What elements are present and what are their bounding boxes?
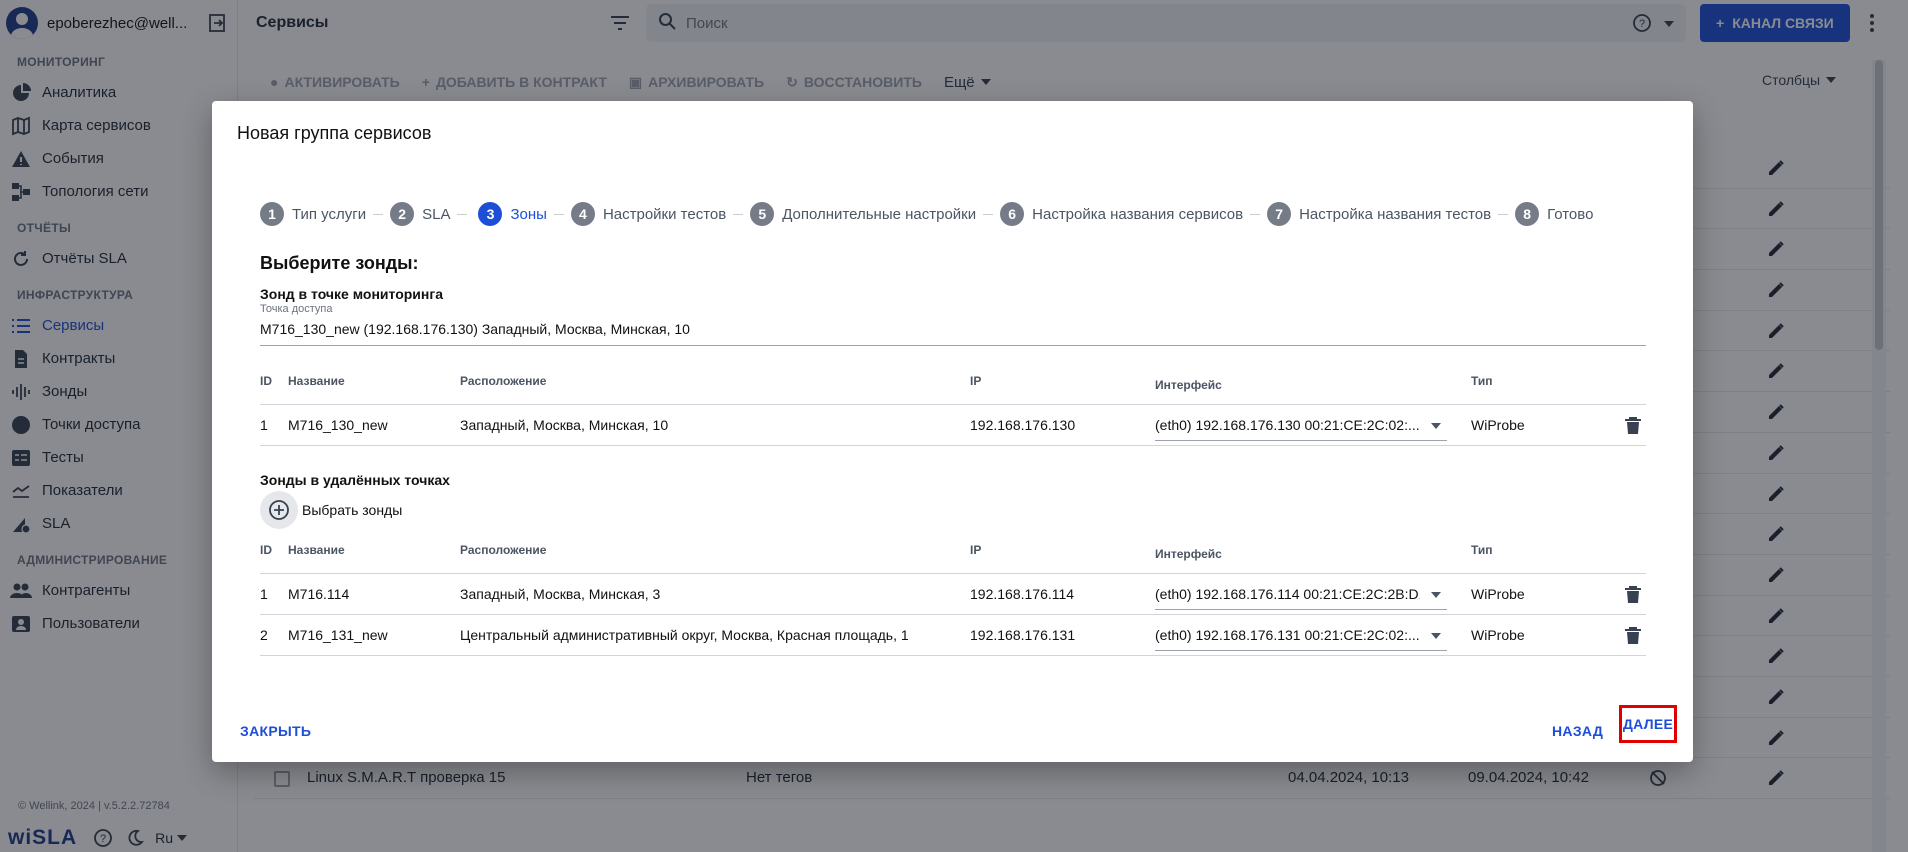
col-interface: Интерфейс <box>1155 378 1222 392</box>
probe-ip: 192.168.176.130 <box>970 417 1076 433</box>
wizard-step[interactable]: 1 Тип услуги <box>260 202 366 226</box>
col-location: Расположение <box>460 543 547 557</box>
wizard-step[interactable]: 2 SLA <box>390 202 450 226</box>
probe-location: Западный, Москва, Минская, 3 <box>460 586 661 602</box>
delete-icon[interactable] <box>1623 415 1643 435</box>
dialog-title: Новая группа сервисов <box>237 123 432 143</box>
interface-select[interactable]: (eth0) 192.168.176.131 00:21:CE:2C:02:..… <box>1155 619 1447 651</box>
col-id: ID <box>260 374 272 388</box>
choose-probes-label: Выбрать зонды <box>302 502 403 518</box>
col-type: Тип <box>1471 543 1493 557</box>
new-service-group-dialog: Новая группа сервисов 1 Тип услуги 2 SLA… <box>212 101 1693 762</box>
wizard-step[interactable]: 8 Готово <box>1515 202 1593 226</box>
probe-id: 1 <box>260 586 268 602</box>
col-ip: IP <box>970 374 982 388</box>
interface-value: (eth0) 192.168.176.130 00:21:CE:2C:02:..… <box>1155 417 1420 433</box>
probe-ip: 192.168.176.131 <box>970 627 1076 643</box>
delete-icon[interactable] <box>1623 584 1643 604</box>
step-label: Настройка названия сервисов <box>1032 205 1244 223</box>
probe-type: WiProbe <box>1471 627 1525 643</box>
delete-icon[interactable] <box>1623 625 1643 645</box>
step-connector <box>1498 213 1509 215</box>
step-label: Тип услуги <box>292 205 367 223</box>
chevron-down-icon <box>1431 633 1441 639</box>
step-label: Настройка названия тестов <box>1299 205 1492 223</box>
interface-select[interactable]: (eth0) 192.168.176.114 00:21:CE:2C:2B:D1 <box>1155 578 1447 610</box>
wizard-step[interactable]: 7 Настройка названия тестов <box>1267 202 1491 226</box>
monitoring-probes-table: ID Название Расположение IP Интерфейс Ти… <box>260 363 1646 446</box>
step-number: 2 <box>390 202 415 226</box>
probe-type: WiProbe <box>1471 586 1525 602</box>
probe-ip: 192.168.176.114 <box>970 586 1075 602</box>
step-number: 8 <box>1515 202 1540 226</box>
step-number: 5 <box>750 202 775 226</box>
step-connector <box>983 213 994 215</box>
wizard-step[interactable]: 4 Настройки тестов <box>570 202 727 226</box>
step-number: 3 <box>478 202 503 226</box>
col-id: ID <box>260 543 272 557</box>
step-connector <box>373 213 384 215</box>
next-button[interactable]: ДАЛЕЕ <box>1619 705 1677 743</box>
step-number: 6 <box>1000 202 1025 226</box>
monitoring-probe-label: Зонд в точке мониторинга <box>260 286 443 302</box>
probe-id: 1 <box>260 417 268 433</box>
interface-select[interactable]: (eth0) 192.168.176.130 00:21:CE:2C:02:..… <box>1155 409 1447 441</box>
probe-name: M716_130_new <box>288 417 388 433</box>
wizard-stepper: 1 Тип услуги 2 SLA 3 Зоны 4 Настройки те… <box>260 202 1593 226</box>
probe-location: Центральный административный округ, Моск… <box>460 627 909 643</box>
probe-row: 2 M716_131_new Центральный административ… <box>260 615 1646 656</box>
access-point-field[interactable]: M716_130_new (192.168.176.130) Западный,… <box>260 321 1646 346</box>
step-label: Зоны <box>510 205 547 223</box>
col-ip: IP <box>970 543 982 557</box>
back-button[interactable]: НАЗАД <box>1552 723 1603 739</box>
chevron-down-icon <box>1431 423 1441 429</box>
probe-name: M716_131_new <box>288 627 388 643</box>
step-label: Готово <box>1547 205 1594 223</box>
remote-probes-table: ID Название Расположение IP Интерфейс Ти… <box>260 532 1646 656</box>
probe-type: WiProbe <box>1471 417 1525 433</box>
step-number: 4 <box>570 202 595 226</box>
step-label: SLA <box>422 205 451 223</box>
chevron-down-icon <box>1431 592 1441 598</box>
step-number: 7 <box>1267 202 1292 226</box>
step-label: Настройки тестов <box>602 205 727 223</box>
step-connector <box>1250 213 1261 215</box>
wizard-step[interactable]: 6 Настройка названия сервисов <box>1000 202 1243 226</box>
close-button[interactable]: ЗАКРЫТЬ <box>240 723 311 739</box>
probe-row: 1 M716_130_new Западный, Москва, Минская… <box>260 405 1646 446</box>
add-circle-icon <box>260 491 298 529</box>
col-location: Расположение <box>460 374 547 388</box>
probe-location: Западный, Москва, Минская, 10 <box>460 417 669 433</box>
probe-name: M716.114 <box>288 586 350 602</box>
access-point-label: Точка доступа <box>260 303 333 315</box>
choose-probes-button[interactable]: Выбрать зонды <box>260 491 402 529</box>
step-label: Дополнительные настройки <box>782 205 977 223</box>
interface-value: (eth0) 192.168.176.114 00:21:CE:2C:2B:D1 <box>1155 586 1420 602</box>
interface-value: (eth0) 192.168.176.131 00:21:CE:2C:02:..… <box>1155 627 1420 643</box>
col-name: Название <box>288 543 345 557</box>
step-connector <box>733 213 744 215</box>
choose-probes-heading: Выберите зонды: <box>260 253 419 273</box>
table-header: ID Название Расположение IP Интерфейс Ти… <box>260 363 1646 405</box>
col-interface: Интерфейс <box>1155 547 1222 561</box>
remote-probes-label: Зонды в удалённых точках <box>260 472 450 488</box>
next-label: ДАЛЕЕ <box>1622 716 1674 732</box>
wizard-step[interactable]: 5 Дополнительные настройки <box>750 202 976 226</box>
step-connector <box>553 213 564 215</box>
probe-row: 1 M716.114 Западный, Москва, Минская, 3 … <box>260 574 1646 615</box>
col-name: Название <box>288 374 345 388</box>
step-connector <box>457 213 468 215</box>
table-header: ID Название Расположение IP Интерфейс Ти… <box>260 532 1646 574</box>
col-type: Тип <box>1471 374 1493 388</box>
wizard-step[interactable]: 3 Зоны <box>478 202 547 226</box>
probe-id: 2 <box>260 627 268 643</box>
step-number: 1 <box>260 202 284 226</box>
